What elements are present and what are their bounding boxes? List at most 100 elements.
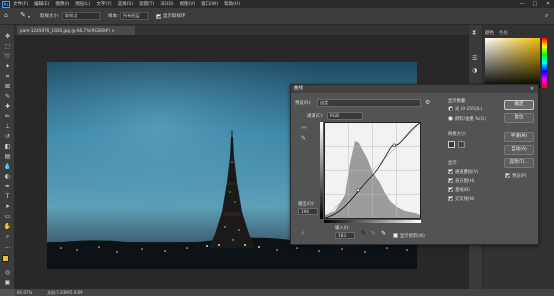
menu-3d[interactable]: 3D(D)	[160, 2, 173, 7]
reset-button[interactable]: 复位	[504, 113, 534, 123]
baseline-label: 基线(B)	[455, 188, 470, 193]
sample-select[interactable]: 所有图层	[120, 12, 148, 20]
eyedropper-tool-icon[interactable]: ✎	[3, 93, 12, 101]
menu-window[interactable]: 窗口(W)	[201, 1, 218, 7]
smooth-button[interactable]: 平滑(M)	[504, 132, 534, 142]
tab-swatches[interactable]: 色板	[499, 30, 508, 36]
sample-size-select[interactable]: 取样点	[62, 12, 100, 20]
home-icon[interactable]: ⌂	[4, 12, 8, 19]
foreground-color-swatch[interactable]	[2, 255, 9, 262]
crop-tool-icon[interactable]: ⌗	[3, 73, 12, 81]
close-button[interactable]: ✕	[542, 0, 554, 8]
preset-select[interactable]: 自定	[317, 99, 421, 107]
menu-type[interactable]: 文字(Y)	[96, 1, 111, 7]
white-eyedropper-icon[interactable]: ✎	[381, 230, 386, 237]
healing-brush-tool-icon[interactable]: ✚	[3, 103, 12, 111]
curve-graph[interactable]	[324, 122, 421, 219]
display-amount-label: 显示数量:	[448, 99, 467, 104]
menu-file[interactable]: 文件(F)	[13, 1, 28, 7]
menu-select[interactable]: 选择(S)	[118, 1, 133, 7]
gradient-tool-icon[interactable]: ▤	[3, 153, 12, 161]
menu-view[interactable]: 视图(V)	[180, 1, 196, 7]
simple-grid-button[interactable]	[448, 141, 455, 148]
clone-stamp-tool-icon[interactable]: ⊥	[3, 123, 12, 131]
move-tool-icon[interactable]: ✥	[3, 33, 12, 41]
color-picker-field[interactable]	[485, 38, 540, 88]
blur-tool-icon[interactable]: 💧	[3, 163, 12, 171]
minimize-button[interactable]: —	[516, 0, 528, 8]
light-radio[interactable]	[448, 106, 453, 111]
eraser-tool-icon[interactable]: ◧	[3, 143, 12, 151]
light-option-label: 光 (0-255)(L)	[455, 107, 483, 112]
targeted-adjust-icon[interactable]: ☝	[301, 230, 305, 237]
properties-panel-icon[interactable]: ☰	[472, 55, 477, 62]
zoom-tool-icon[interactable]: ⌕	[3, 233, 12, 241]
pen-tool-icon[interactable]: ✒	[3, 183, 12, 191]
history-panel-icon[interactable]: ⧗	[472, 29, 476, 37]
detailed-grid-button[interactable]	[458, 141, 465, 148]
channel-overlays-checkbox[interactable]	[448, 169, 453, 174]
adjustments-panel-icon[interactable]: ◑	[472, 67, 477, 74]
screen-mode-icon[interactable]: ▣	[3, 279, 12, 287]
quick-mask-icon[interactable]: ◎	[3, 269, 12, 277]
tool-preset-chevron-icon[interactable]: ▾	[28, 14, 30, 19]
dialog-close-icon[interactable]: ✕	[530, 86, 534, 92]
options-button[interactable]: 选项(T)...	[504, 158, 534, 168]
preset-gear-icon[interactable]: ⚙	[425, 99, 430, 106]
maximize-button[interactable]: □	[529, 0, 541, 8]
curve-pencil-icon[interactable]: ✎	[301, 135, 306, 142]
frame-tool-icon[interactable]: ⊠	[3, 83, 12, 91]
intersection-line-checkbox[interactable]	[448, 196, 453, 201]
histogram-checkbox[interactable]	[448, 178, 453, 183]
eyedropper-icon[interactable]: ✎	[20, 11, 26, 19]
hand-tool-icon[interactable]: ✋	[3, 223, 12, 231]
type-tool-icon[interactable]: T	[3, 193, 12, 201]
document-tab[interactable]: pam-1245970_1920.jpg @ 66.7%(RGB/8#) ×	[17, 26, 135, 35]
more-tools-icon[interactable]: …	[3, 243, 12, 251]
channel-select[interactable]: RGB	[327, 112, 363, 120]
intersection-line-label: 交叉线(N)	[455, 197, 475, 202]
dodge-tool-icon[interactable]: ◐	[3, 173, 12, 181]
quick-select-tool-icon[interactable]: ✦	[3, 63, 12, 71]
menu-filter[interactable]: 滤镜(T)	[139, 1, 154, 7]
preview-checkbox[interactable]	[505, 173, 510, 178]
show-clipping-checkbox[interactable]	[393, 233, 398, 238]
tab-color[interactable]: 颜色	[485, 30, 494, 36]
photoshop-logo: Ps	[2, 0, 10, 8]
marquee-tool-icon[interactable]: ⬚	[3, 43, 12, 51]
search-icon[interactable]: ⌕	[545, 12, 548, 20]
menu-image[interactable]: 图像(I)	[55, 1, 69, 7]
ok-button[interactable]: 确定	[504, 100, 534, 110]
menu-layer[interactable]: 图层(L)	[75, 1, 90, 7]
zoom-level[interactable]: 66.67%	[17, 290, 32, 295]
gray-eyedropper-icon[interactable]: ✎	[371, 230, 376, 237]
pigment-option-label: 颜料/油墨 %(G)	[455, 117, 486, 122]
shape-tool-icon[interactable]: ▭	[3, 213, 12, 221]
menu-help[interactable]: 帮助(H)	[224, 1, 240, 7]
grid-size-label: 网格大小:	[448, 132, 467, 137]
hue-slider[interactable]	[542, 38, 547, 88]
curve-graph-svg	[324, 122, 421, 219]
options-bar: ⌂ ✎ ▾ 取样大小: 取样点 样本: 所有图层 显示取样环 ⌕	[0, 8, 554, 25]
show-clipping-label: 显示修剪(W)	[400, 234, 425, 239]
input-gradient-bar	[324, 220, 421, 223]
preview-label: 预览(P)	[512, 174, 527, 179]
brush-tool-icon[interactable]: ✏	[3, 113, 12, 121]
curve-point-icon[interactable]: 〰	[301, 123, 307, 132]
auto-button[interactable]: 自动(A)	[504, 145, 534, 155]
baseline-checkbox[interactable]	[448, 187, 453, 192]
show-label: 显示:	[448, 161, 459, 166]
histogram-label: 直方图(H)	[455, 179, 475, 184]
menu-edit[interactable]: 编辑(E)	[34, 1, 49, 7]
output-field[interactable]: 196	[298, 208, 318, 215]
input-field[interactable]: 183	[335, 232, 355, 239]
history-brush-tool-icon[interactable]: ↺	[3, 133, 12, 141]
sample-size-label: 取样大小:	[40, 14, 60, 19]
show-sampling-ring-checkbox[interactable]	[156, 14, 161, 19]
dialog-title: 曲线	[291, 85, 538, 93]
black-eyedropper-icon[interactable]: ✎	[361, 230, 366, 237]
output-gradient-bar	[320, 122, 323, 219]
lasso-tool-icon[interactable]: ➰	[3, 53, 12, 61]
pigment-radio[interactable]	[448, 116, 453, 121]
path-selection-tool-icon[interactable]: ➤	[3, 203, 12, 211]
